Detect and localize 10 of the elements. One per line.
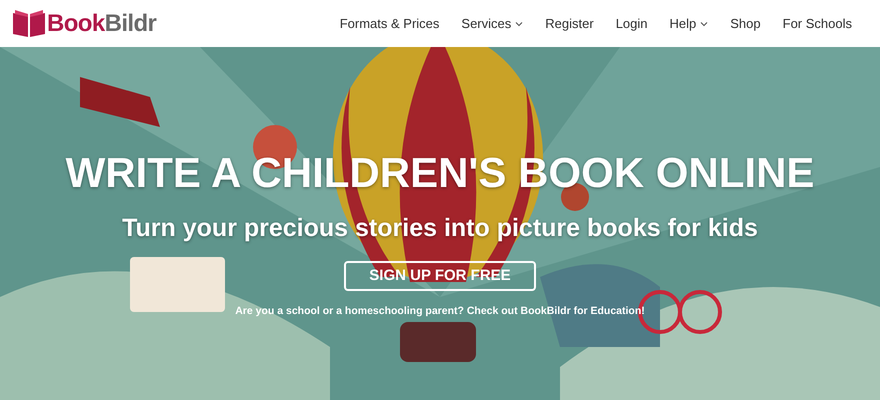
nav-link[interactable]: Register [545,14,594,34]
book-icon [12,8,46,38]
logo-text[interactable]: Bildr [104,6,156,42]
nav-link[interactable]: Help [670,14,708,34]
logo-text[interactable]: Book [47,6,105,42]
nav-link[interactable]: Services [461,14,524,34]
nav-link[interactable]: Shop [730,14,761,34]
nav-link[interactable]: Login [616,14,648,34]
nav-link[interactable]: For Schools [782,14,852,34]
nav-link[interactable]: Formats & Prices [340,14,440,34]
